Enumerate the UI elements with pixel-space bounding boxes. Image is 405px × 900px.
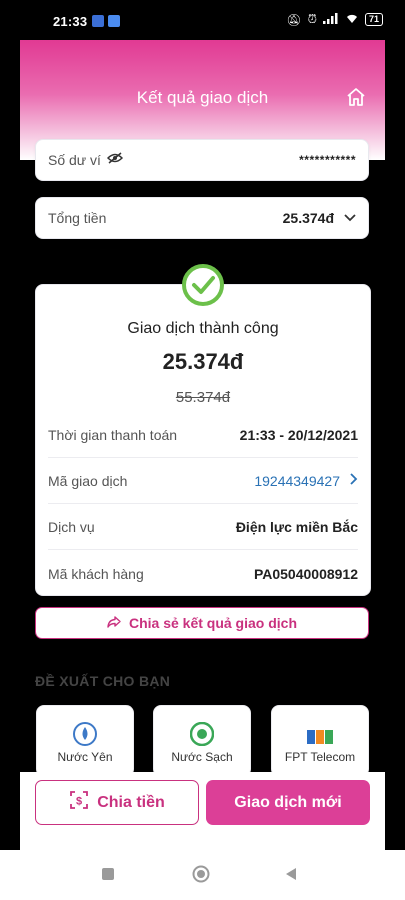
total-value: 25.374đ <box>282 210 334 226</box>
detail-label: Mã giao dịch <box>48 473 128 489</box>
transaction-id-link[interactable]: 19244349427 <box>254 473 340 489</box>
suggestion-item-nuoc-sach[interactable]: Nước Sạch <box>153 705 251 777</box>
eye-off-icon[interactable] <box>106 151 124 169</box>
total-label: Tổng tiền <box>48 210 107 226</box>
split-money-button[interactable]: $ Chia tiền <box>35 780 199 825</box>
fpt-logo-icon <box>307 730 333 744</box>
balance-value: *********** <box>299 153 356 167</box>
suggestions-title: ĐỀ XUẤT CHO BẠN <box>35 673 171 689</box>
page-title: Kết quả giao dịch <box>136 88 269 107</box>
divider <box>48 549 358 550</box>
system-nav-bar <box>0 850 405 900</box>
home-nav-icon[interactable] <box>192 865 210 888</box>
nuoc-sach-logo-icon <box>189 721 215 747</box>
home-icon[interactable] <box>345 86 367 108</box>
share-result-button[interactable]: Chia sẻ kết quả giao dịch <box>35 607 369 639</box>
original-amount: 55.374đ <box>175 389 231 406</box>
back-icon[interactable] <box>285 867 297 886</box>
balance-card: Số dư ví *********** <box>35 139 369 181</box>
chevron-down-icon[interactable] <box>344 209 356 227</box>
result-amount: 25.374đ <box>162 349 244 374</box>
signal-icon <box>322 12 339 27</box>
split-money-label: Chia tiền <box>97 793 165 811</box>
chevron-right-icon[interactable] <box>350 472 358 490</box>
result-card: Giao dịch thành công 25.374đ 55.374đ Thờ… <box>35 264 371 596</box>
detail-label: Dịch vụ <box>48 519 95 535</box>
svg-text:$: $ <box>76 796 82 808</box>
detail-value: PA05040008912 <box>253 566 358 582</box>
detail-row-service: Dịch vụ Điện lực miền Bắc <box>48 515 358 539</box>
divider <box>48 457 358 458</box>
status-bar: 21:33 🔕︎ ⏰︎ 71 <box>0 0 405 40</box>
detail-label: Mã khách hàng <box>48 566 144 582</box>
detail-row-customer-id: Mã khách hàng PA05040008912 <box>48 562 358 586</box>
status-time: 21:33 <box>53 14 88 29</box>
detail-row-time: Thời gian thanh toán 21:33 - 20/12/2021 <box>48 423 358 447</box>
mute-icon: 🔕︎ <box>286 12 302 27</box>
suggestion-label: Nước Sạch <box>171 750 233 764</box>
suggestion-item-fpt[interactable]: FPT Telecom <box>271 705 369 777</box>
balance-label: Số dư ví <box>48 152 101 168</box>
new-transaction-label: Giao dịch mới <box>234 793 342 811</box>
total-card[interactable]: Tổng tiền 25.374đ <box>35 197 369 239</box>
divider <box>48 503 358 504</box>
detail-value: 21:33 - 20/12/2021 <box>239 427 358 443</box>
recents-icon[interactable] <box>102 868 114 880</box>
battery-icon: 71 <box>364 13 383 26</box>
facebook-icon <box>92 15 104 27</box>
alarm-icon: ⏰︎ <box>307 12 317 26</box>
suggestion-label: FPT Telecom <box>284 750 356 764</box>
suggestion-item-nuoc-yen[interactable]: Nước Yên <box>36 705 134 777</box>
suggestion-label: Nước Yên <box>57 750 113 764</box>
success-icon <box>181 263 225 307</box>
nuoc-yen-logo-icon <box>73 722 97 746</box>
status-text: Giao dịch thành công <box>127 320 279 337</box>
wifi-icon <box>345 13 359 27</box>
share-label: Chia sẻ kết quả giao dịch <box>128 615 298 631</box>
split-money-icon: $ <box>69 790 89 815</box>
detail-row-transaction-id[interactable]: Mã giao dịch 19244349427 <box>48 469 358 493</box>
detail-label: Thời gian thanh toán <box>48 427 178 443</box>
app-icon <box>108 15 120 27</box>
share-icon <box>107 615 121 631</box>
new-transaction-button[interactable]: Giao dịch mới <box>206 780 370 825</box>
detail-value: Điện lực miền Bắc <box>235 519 358 535</box>
